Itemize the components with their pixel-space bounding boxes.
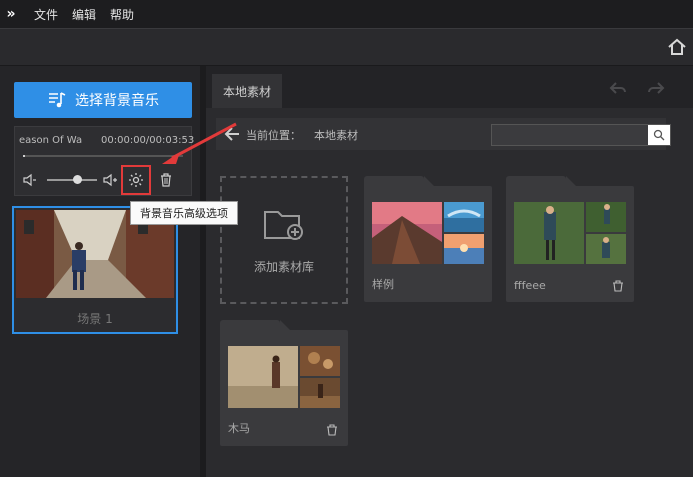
folder-thumb-2 (300, 346, 340, 376)
scene-card[interactable]: 场景 1 (12, 206, 178, 334)
music-name: eason Of Wa (19, 135, 83, 146)
add-library-label: 添加素材库 (253, 259, 314, 274)
trash-icon[interactable] (157, 171, 175, 189)
menu-edit[interactable]: 编辑 (72, 6, 96, 23)
folder-thumb-main (372, 202, 442, 264)
right-panel: 本地素材 当前位置： 本地素材 添加素材库 样例 fffeee 木马 (206, 66, 693, 477)
folder-thumb-main (228, 346, 298, 408)
volume-down-icon[interactable] (21, 171, 39, 189)
path-bar: 当前位置： 本地素材 (216, 118, 671, 150)
undo-icon[interactable] (608, 78, 628, 98)
search-icon[interactable] (648, 125, 670, 145)
search-input[interactable] (491, 124, 671, 146)
redo-icon[interactable] (646, 78, 666, 98)
select-music-label: 选择背景音乐 (75, 93, 159, 109)
folder-name: 样例 (372, 278, 394, 291)
app-logo: » (6, 6, 16, 22)
folder-thumb-2 (444, 202, 484, 232)
folder-thumb-3 (586, 234, 626, 264)
toolbar (0, 28, 693, 66)
path-value: 本地素材 (314, 129, 358, 142)
advanced-options-tooltip: 背景音乐高级选项 (130, 201, 238, 225)
folder-thumb-2 (586, 202, 626, 232)
menu-bar: » 文件 编辑 帮助 (0, 0, 693, 28)
folder-thumb-3 (300, 378, 340, 408)
volume-up-icon[interactable] (101, 171, 119, 189)
music-list-icon (47, 91, 67, 109)
folder-fffeee[interactable]: fffeee (506, 176, 634, 302)
folder-muma[interactable]: 木马 (220, 320, 348, 446)
trash-icon[interactable] (326, 424, 338, 436)
folder-thumb-main (514, 202, 584, 264)
folder-sample[interactable]: 样例 (364, 176, 492, 302)
callout-arrow (162, 122, 237, 164)
volume-slider-knob[interactable] (73, 175, 82, 184)
folder-name: fffeee (514, 279, 546, 292)
tab-bar: 本地素材 (206, 66, 693, 108)
menu-file[interactable]: 文件 (34, 6, 58, 23)
menu-help[interactable]: 帮助 (110, 6, 134, 23)
home-icon[interactable] (667, 37, 687, 57)
select-music-button[interactable]: 选择背景音乐 (14, 82, 192, 118)
gear-icon (129, 173, 143, 187)
trash-icon[interactable] (612, 280, 624, 292)
folder-thumb-3 (444, 234, 484, 264)
path-label: 当前位置： (246, 129, 301, 142)
scene-label: 场景 1 (77, 312, 113, 326)
folder-name: 木马 (228, 422, 250, 435)
folder-add-icon (264, 210, 303, 240)
volume-slider[interactable] (47, 179, 97, 181)
tab-local-materials[interactable]: 本地素材 (212, 74, 282, 108)
music-advanced-settings-button[interactable] (121, 165, 151, 195)
add-library-button[interactable]: 添加素材库 (220, 176, 348, 304)
